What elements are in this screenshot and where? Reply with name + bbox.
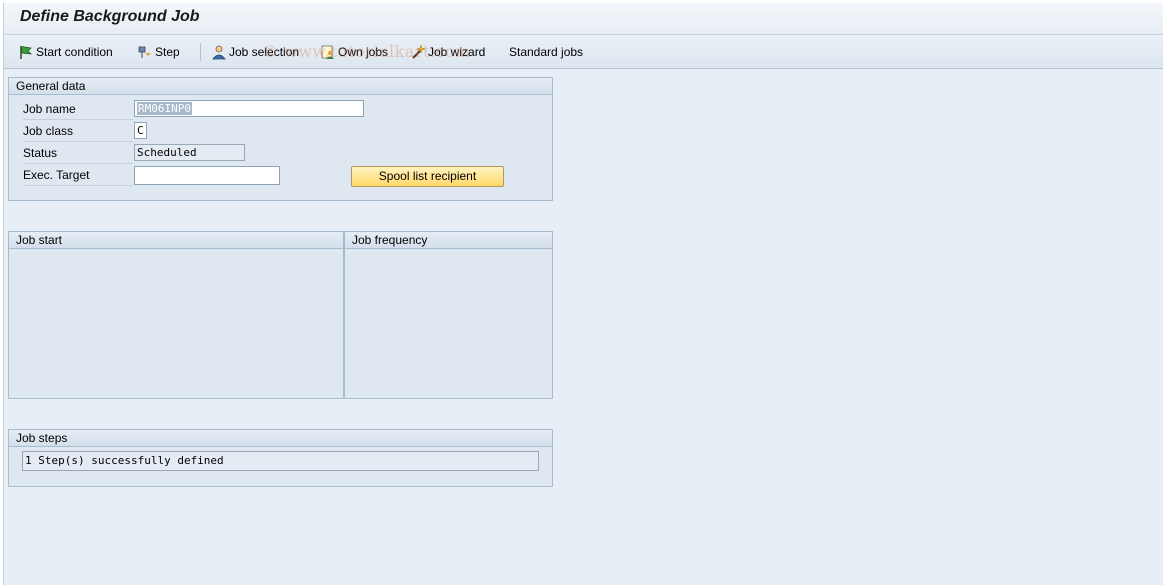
- job-start-group: Job start: [8, 231, 344, 399]
- own-jobs-button[interactable]: Own jobs: [320, 44, 388, 60]
- job-wizard-label: Job wizard: [428, 45, 486, 59]
- step-button[interactable]: Step: [137, 44, 180, 60]
- toolbar-separator: [200, 43, 201, 61]
- general-data-group: General data Job name RM06INP0 Job class…: [8, 77, 553, 201]
- job-class-input[interactable]: C: [134, 122, 147, 139]
- job-name-input[interactable]: RM06INP0: [134, 100, 364, 117]
- document-person-icon: [320, 44, 336, 60]
- job-steps-message-field: 1 Step(s) successfully defined: [22, 451, 539, 471]
- exec-target-label: Exec. Target: [23, 168, 90, 182]
- step-label: Step: [155, 45, 180, 59]
- job-wizard-button[interactable]: Job wizard: [410, 44, 485, 60]
- job-selection-button[interactable]: Job selection: [211, 44, 299, 60]
- row-divider: [23, 141, 133, 142]
- own-jobs-label: Own jobs: [338, 45, 389, 59]
- row-divider: [23, 185, 133, 186]
- job-frequency-header: Job frequency: [345, 232, 552, 249]
- status-field: Scheduled: [134, 144, 245, 161]
- step-icon: [137, 44, 153, 60]
- person-icon: [211, 44, 227, 60]
- start-condition-button[interactable]: Start condition: [18, 44, 113, 60]
- job-name-value: RM06INP0: [137, 102, 192, 115]
- spool-list-recipient-button[interactable]: Spool list recipient: [351, 166, 504, 187]
- start-condition-label: Start condition: [36, 45, 113, 59]
- job-selection-label: Job selection: [229, 45, 300, 59]
- title-bar: Define Background Job: [4, 3, 1163, 35]
- flag-icon: [18, 44, 34, 60]
- status-label: Status: [23, 146, 58, 160]
- row-divider: [23, 119, 133, 120]
- general-data-header: General data: [9, 78, 552, 95]
- exec-target-input[interactable]: [134, 166, 280, 185]
- job-steps-group: Job steps 1 Step(s) successfully defined: [8, 429, 553, 487]
- wand-icon: [410, 44, 426, 60]
- job-frequency-group: Job frequency: [344, 231, 553, 399]
- application-toolbar: Start condition Step Job selection Own j…: [4, 35, 1163, 69]
- job-name-label: Job name: [23, 102, 76, 116]
- page-title: Define Background Job: [20, 8, 200, 25]
- standard-jobs-button[interactable]: Standard jobs: [509, 44, 583, 60]
- main-window: Define Background Job Start condition St…: [3, 3, 1163, 585]
- row-divider: [23, 163, 133, 164]
- job-class-label: Job class: [23, 124, 74, 138]
- job-steps-header: Job steps: [9, 430, 552, 447]
- job-start-header: Job start: [9, 232, 343, 249]
- standard-jobs-label: Standard jobs: [509, 45, 584, 59]
